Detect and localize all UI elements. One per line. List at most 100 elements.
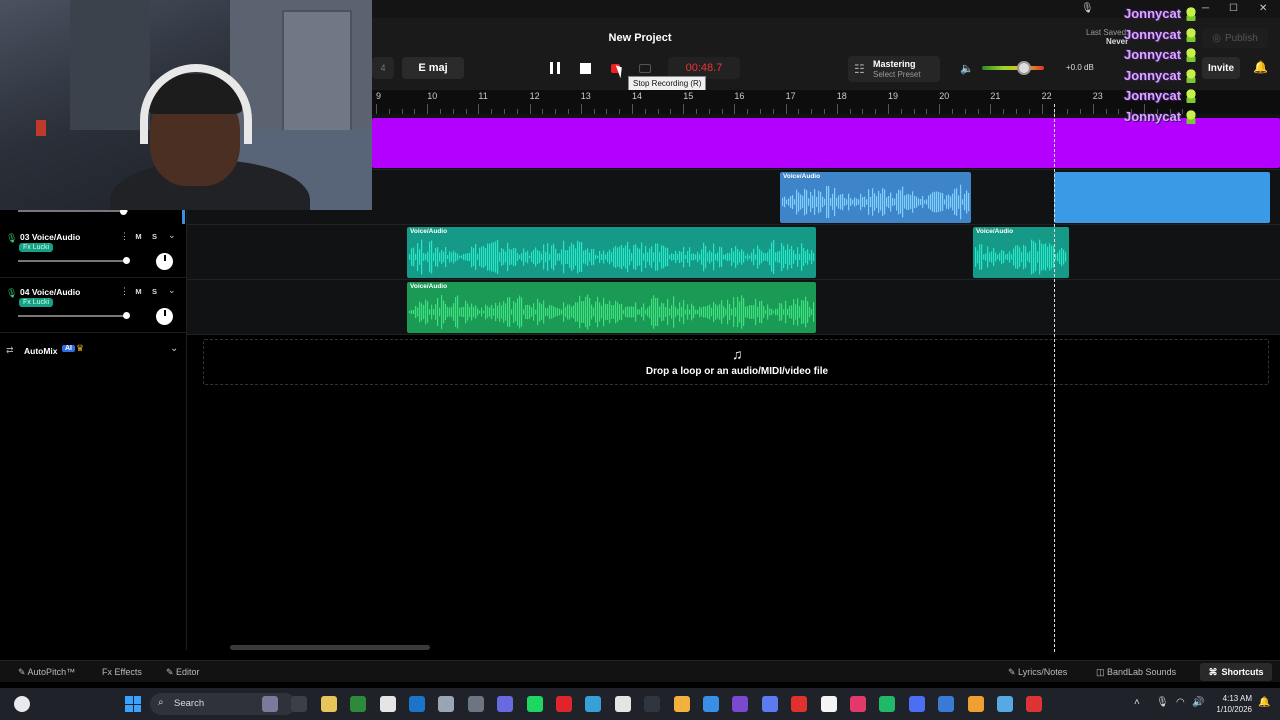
ruler-tick xyxy=(1092,104,1094,114)
app-icon[interactable] xyxy=(820,696,837,712)
speaker-mute-icon[interactable]: 🔈 xyxy=(960,62,974,75)
files-icon[interactable] xyxy=(262,696,278,712)
chevron-down-icon[interactable]: ⌄ xyxy=(168,230,176,241)
horizontal-scrollbar[interactable] xyxy=(230,645,430,650)
capcut-icon[interactable] xyxy=(644,696,661,712)
fl-studio-icon[interactable] xyxy=(967,696,984,712)
xbox-icon[interactable] xyxy=(350,696,367,712)
chevron-up-icon[interactable]: ˄ xyxy=(1134,697,1140,708)
bar-number: 13 xyxy=(580,91,591,101)
search-icon: ⌕ xyxy=(158,697,164,708)
fx-badge[interactable]: Fx Lucki xyxy=(19,243,54,252)
minimize-icon[interactable]: ─ xyxy=(1202,3,1209,14)
ruler-tick xyxy=(990,104,992,114)
audio-clip[interactable]: Voice/Audio xyxy=(407,282,816,333)
app-icon[interactable] xyxy=(879,696,896,712)
cat-emote-icon xyxy=(1184,110,1198,124)
edge-icon[interactable] xyxy=(585,696,602,712)
app-icon[interactable] xyxy=(997,696,1013,712)
settings-icon[interactable] xyxy=(438,696,455,712)
mute-button[interactable]: M xyxy=(132,285,145,297)
track-volume-knob[interactable] xyxy=(123,257,130,264)
pause-icon xyxy=(550,62,560,74)
app-icon[interactable] xyxy=(761,696,778,712)
autopitch-button[interactable]: ✎ AutoPitch™ xyxy=(18,667,75,678)
automix-row[interactable]: ⇄ AutoMix AI ♛ ⌄ xyxy=(0,339,186,361)
invite-button[interactable]: Invite xyxy=(1202,57,1240,79)
chat-username: Jonnycat xyxy=(1124,109,1182,124)
solo-button[interactable]: S xyxy=(148,230,161,242)
notification-icon[interactable]: 🔔 xyxy=(1258,697,1270,708)
mute-button[interactable]: M xyxy=(132,230,145,242)
track-volume-slider[interactable] xyxy=(18,260,128,262)
app-icon[interactable] xyxy=(791,696,808,712)
effects-button[interactable]: Fx Effects xyxy=(102,667,142,677)
lyrics-button[interactable]: ✎ Lyrics/Notes xyxy=(1008,667,1067,678)
project-title[interactable]: New Project xyxy=(580,32,700,44)
pause-button[interactable] xyxy=(544,57,566,79)
solo-button[interactable]: S xyxy=(148,285,161,297)
steam-icon[interactable] xyxy=(409,696,425,712)
twitch-icon[interactable] xyxy=(732,696,749,712)
track-volume-slider[interactable] xyxy=(18,315,128,317)
chrome-icon[interactable] xyxy=(673,696,690,712)
track-header-03[interactable]: 🎙 03 Voice/Audio Fx Lucki ⋮ M S ⌄ xyxy=(0,224,186,278)
recording-clip[interactable] xyxy=(372,118,1280,168)
maximize-icon[interactable]: ☐ xyxy=(1229,3,1238,14)
master-volume-slider[interactable] xyxy=(982,66,1044,70)
epic-icon[interactable] xyxy=(379,696,396,712)
drop-zone[interactable]: ♫ Drop a loop or an audio/MIDI/video fil… xyxy=(203,339,1269,385)
tiktok-icon[interactable] xyxy=(850,696,866,712)
playhead[interactable] xyxy=(1054,104,1055,652)
windows-start-icon[interactable] xyxy=(125,696,141,712)
bell-icon[interactable]: 🔔 xyxy=(1253,60,1268,74)
ruler-tick xyxy=(529,104,531,114)
waveform xyxy=(782,184,970,220)
weather-icon[interactable] xyxy=(14,696,30,712)
close-icon[interactable]: ✕ xyxy=(1259,3,1267,14)
publish-button[interactable]: ◎ Publish xyxy=(1202,28,1268,48)
fx-badge[interactable]: Fx Lucki xyxy=(19,298,54,307)
system-clock[interactable]: 4:13 AM 1/10/2026 xyxy=(1206,693,1252,715)
app-icon[interactable] xyxy=(908,696,925,712)
more-icon[interactable]: ⋮ xyxy=(120,231,129,242)
editor-button[interactable]: ✎ Editor xyxy=(166,667,200,678)
app-icon[interactable] xyxy=(497,696,514,712)
bandlab-sounds-button[interactable]: ◫ BandLab Sounds xyxy=(1096,667,1176,678)
key-selector[interactable]: E maj xyxy=(402,57,464,79)
app-icon[interactable] xyxy=(614,696,631,712)
chevron-down-icon[interactable]: ⌄ xyxy=(170,343,178,354)
spotify-icon[interactable] xyxy=(526,696,543,712)
stop-button[interactable] xyxy=(574,57,596,79)
wifi-icon[interactable]: ◠ xyxy=(1176,697,1185,708)
volume-db: +0.0 dB xyxy=(1066,63,1094,72)
bandlab-icon[interactable] xyxy=(1026,696,1043,712)
explorer-icon[interactable] xyxy=(320,696,337,712)
mastering-button[interactable]: ☷ Mastering Select Preset xyxy=(848,56,940,82)
mic-icon: 🎙 xyxy=(6,233,18,243)
track-header-04[interactable]: 🎙 04 Voice/Audio Fx Lucki ⋮ M S ⌄ xyxy=(0,279,186,333)
opera-icon[interactable] xyxy=(556,696,572,712)
speaker-icon[interactable]: 🔊 xyxy=(1192,697,1204,708)
windows-taskbar: ⌕ Search ˄ 🎙 ◠ 🔊 4:13 AM 1/10/2026 🔔 xyxy=(0,688,1280,720)
audio-clip[interactable]: Voice/Audio xyxy=(407,227,816,278)
music-note-add-icon: ♫ xyxy=(732,346,743,362)
bar-number: 20 xyxy=(939,91,950,101)
bpm-field[interactable]: 4 xyxy=(372,57,394,79)
pan-knob[interactable] xyxy=(156,308,173,325)
pan-knob[interactable] xyxy=(156,253,173,270)
ruler-tick xyxy=(580,104,582,114)
shortcuts-button[interactable]: ⌘ Shortcuts xyxy=(1200,663,1272,681)
taskview-icon[interactable] xyxy=(291,696,308,712)
app-icon[interactable] xyxy=(938,696,955,712)
chat-username: Jonnycat xyxy=(1124,88,1182,104)
obs-icon[interactable] xyxy=(467,696,484,712)
audio-clip[interactable] xyxy=(1054,172,1270,223)
mic-icon[interactable]: 🎙 xyxy=(1156,697,1169,708)
audio-clip[interactable]: Voice/Audio xyxy=(780,172,971,223)
chevron-down-icon[interactable]: ⌄ xyxy=(168,285,176,296)
track-volume-knob[interactable] xyxy=(123,312,130,319)
chrome-icon[interactable] xyxy=(703,696,719,712)
mic-icon[interactable]: 🎙 xyxy=(1081,3,1094,14)
more-icon[interactable]: ⋮ xyxy=(120,286,129,297)
